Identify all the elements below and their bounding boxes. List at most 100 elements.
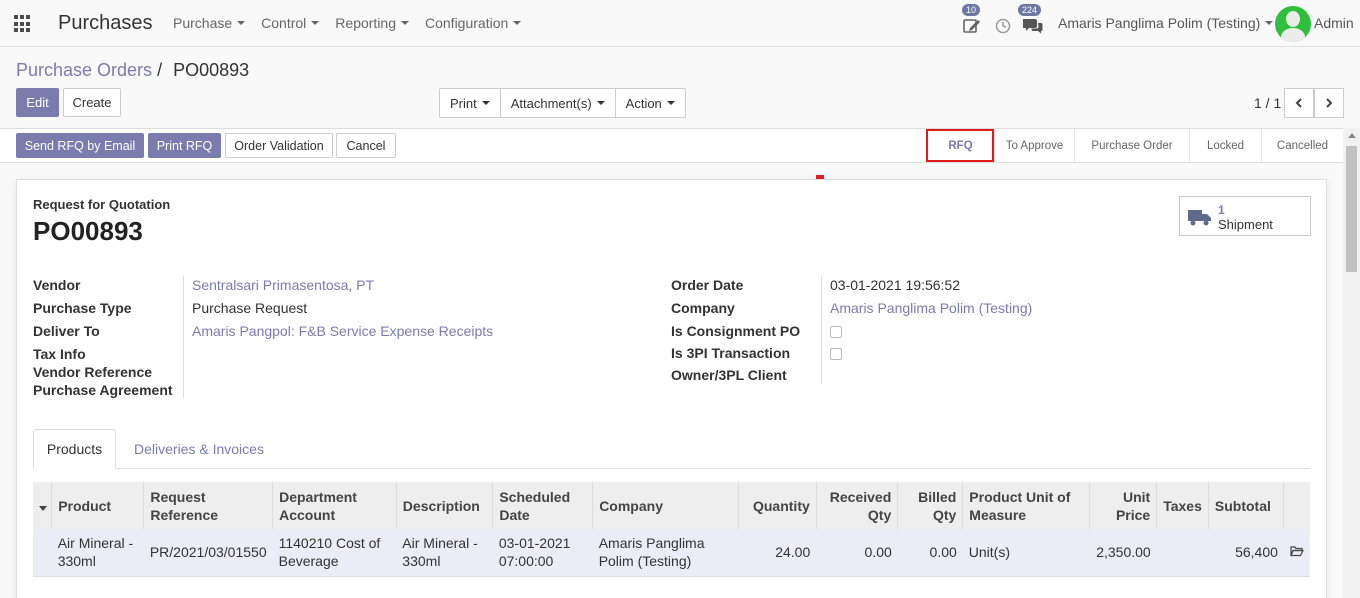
menu-control[interactable]: Control xyxy=(261,15,320,31)
shipment-smart-button[interactable]: 1 Shipment xyxy=(1179,196,1311,236)
cell-unit-price[interactable]: 2,350.00 xyxy=(1089,529,1157,577)
tab-products[interactable]: Products xyxy=(33,429,116,469)
cell-description[interactable]: Air Mineral - 330ml xyxy=(396,529,493,577)
print-dropdown[interactable]: Print xyxy=(440,89,501,117)
document-name: PO00893 xyxy=(33,216,143,246)
column-header-quantity[interactable]: Quantity xyxy=(738,482,817,529)
is-3pi-label: Is 3PI Transaction xyxy=(671,345,791,361)
tax-info-label: Tax Info xyxy=(33,346,86,362)
column-header-request-reference[interactable]: Request Reference xyxy=(143,482,273,529)
order-lines-table: Product Request Reference Department Acc… xyxy=(33,482,1310,577)
column-header-subtotal[interactable]: Subtotal xyxy=(1207,482,1284,529)
main-menu: Purchase Control Reporting Configuration xyxy=(173,15,537,31)
breadcrumb: Purchase Orders / PO00893 xyxy=(16,60,249,81)
app-title: Purchases xyxy=(58,12,153,34)
caret-down-icon xyxy=(401,21,409,25)
purchase-type-label: Purchase Type xyxy=(33,300,132,316)
column-header-taxes[interactable]: Taxes xyxy=(1156,482,1209,529)
cell-department-account[interactable]: 1140210 Cost of Beverage xyxy=(272,529,397,577)
user-name[interactable]: Admin xyxy=(1314,15,1354,31)
status-step-cancelled[interactable]: Cancelled xyxy=(1261,129,1343,162)
field-divider xyxy=(183,276,184,398)
menu-purchase[interactable]: Purchase xyxy=(173,15,246,31)
caret-down-icon xyxy=(513,21,522,25)
column-header-scheduled-date[interactable]: Scheduled Date xyxy=(492,482,593,529)
cell-quantity[interactable]: 24.00 xyxy=(738,529,817,577)
company-switcher[interactable]: Amaris Panglima Polim (Testing) xyxy=(1058,15,1274,31)
purchase-type-field[interactable]: Purchase Request xyxy=(192,300,307,316)
pager-value[interactable]: 1 / 1 xyxy=(1254,95,1281,111)
breadcrumb-separator: / xyxy=(157,60,163,80)
cell-billed-qty[interactable]: 0.00 xyxy=(897,529,963,577)
print-rfq-button[interactable]: Print RFQ xyxy=(148,133,221,158)
form-statusbar: Send RFQ by Email Print RFQ Order Valida… xyxy=(0,128,1343,163)
shipment-count: 1 xyxy=(1218,203,1225,217)
menu-reporting[interactable]: Reporting xyxy=(335,15,409,31)
caret-down-icon xyxy=(237,21,246,25)
breadcrumb-parent[interactable]: Purchase Orders xyxy=(16,60,152,80)
row-spacer xyxy=(33,529,52,577)
menu-configuration[interactable]: Configuration xyxy=(425,15,522,31)
caret-down-icon xyxy=(1265,21,1274,25)
vendor-label: Vendor xyxy=(33,277,81,293)
edit-button[interactable]: Edit xyxy=(16,88,59,117)
page-scrollbar[interactable] xyxy=(1343,128,1360,598)
cell-taxes[interactable] xyxy=(1156,529,1209,577)
deliver-to-label: Deliver To xyxy=(33,323,100,339)
is-3pi-checkbox[interactable] xyxy=(830,348,842,360)
status-step-rfq[interactable]: RFQ xyxy=(926,129,994,162)
column-header-unit-price[interactable]: Unit Price xyxy=(1089,482,1157,529)
cell-scheduled-date[interactable]: 03-01-2021 07:00:00 xyxy=(492,529,593,577)
document-type: Request for Quotation xyxy=(33,197,171,212)
cell-company[interactable]: Amaris Panglima Polim (Testing) xyxy=(592,529,739,577)
attachments-dropdown[interactable]: Attachment(s) xyxy=(501,89,616,117)
scroll-up-icon[interactable] xyxy=(1348,133,1356,138)
messages-badge: 224 xyxy=(1018,4,1042,16)
pager-previous-button[interactable] xyxy=(1284,88,1314,118)
shipment-label: Shipment xyxy=(1218,217,1273,232)
table-row[interactable]: Air Mineral - 330ml PR/2021/03/01550 114… xyxy=(33,529,1310,577)
action-dropdown[interactable]: Action xyxy=(616,89,685,117)
table-header-row: Product Request Reference Department Acc… xyxy=(33,482,1310,529)
caret-down-icon xyxy=(39,505,47,511)
breadcrumb-current: PO00893 xyxy=(173,60,250,80)
column-header-description[interactable]: Description xyxy=(395,482,493,529)
create-button[interactable]: Create xyxy=(63,88,121,117)
sort-toggle[interactable] xyxy=(33,482,52,529)
tab-deliveries-invoices[interactable]: Deliveries & Invoices xyxy=(134,429,264,469)
caret-down-icon xyxy=(311,21,320,25)
order-validation-button[interactable]: Order Validation xyxy=(225,133,333,158)
is-consignment-label: Is Consignment PO xyxy=(671,323,801,339)
activity-badge: 10 xyxy=(962,4,981,16)
column-header-billed-qty[interactable]: Billed Qty xyxy=(897,482,963,529)
order-date-field[interactable]: 03-01-2021 19:56:52 xyxy=(830,277,960,293)
action-button-group: Print Attachment(s) Action xyxy=(439,88,686,118)
column-header-department-account[interactable]: Department Account xyxy=(272,482,397,529)
cell-request-reference[interactable]: PR/2021/03/01550 xyxy=(143,529,273,577)
send-rfq-email-button[interactable]: Send RFQ by Email xyxy=(16,133,144,158)
cell-uom[interactable]: Unit(s) xyxy=(962,529,1090,577)
pager-next-button[interactable] xyxy=(1314,88,1344,118)
status-step-to-approve[interactable]: To Approve xyxy=(994,129,1074,162)
top-navbar: Purchases Purchase Control Reporting Con… xyxy=(0,0,1360,47)
apps-menu-icon[interactable] xyxy=(14,15,32,33)
status-step-locked[interactable]: Locked xyxy=(1189,129,1261,162)
user-avatar[interactable] xyxy=(1275,6,1311,42)
cell-product[interactable]: Air Mineral - 330ml xyxy=(51,529,144,577)
status-step-purchase-order[interactable]: Purchase Order xyxy=(1074,129,1189,162)
column-header-product[interactable]: Product xyxy=(51,482,144,529)
deliver-to-field[interactable]: Amaris Pangpol: F&B Service Expense Rece… xyxy=(192,323,493,339)
cancel-button[interactable]: Cancel xyxy=(336,133,396,158)
column-header-company[interactable]: Company xyxy=(592,482,739,529)
column-header-uom[interactable]: Product Unit of Measure xyxy=(962,482,1090,529)
chevron-left-icon xyxy=(1295,98,1302,108)
open-line-button[interactable] xyxy=(1283,529,1310,577)
cell-received-qty[interactable]: 0.00 xyxy=(816,529,898,577)
vendor-field[interactable]: Sentralsari Primasentosa, PT xyxy=(192,277,374,293)
column-header-actions xyxy=(1283,482,1310,529)
company-field[interactable]: Amaris Panglima Polim (Testing) xyxy=(830,300,1032,316)
folder-open-icon xyxy=(1290,546,1304,557)
is-consignment-checkbox[interactable] xyxy=(830,326,842,338)
column-header-received-qty[interactable]: Received Qty xyxy=(815,482,898,529)
scroll-thumb[interactable] xyxy=(1346,146,1357,272)
